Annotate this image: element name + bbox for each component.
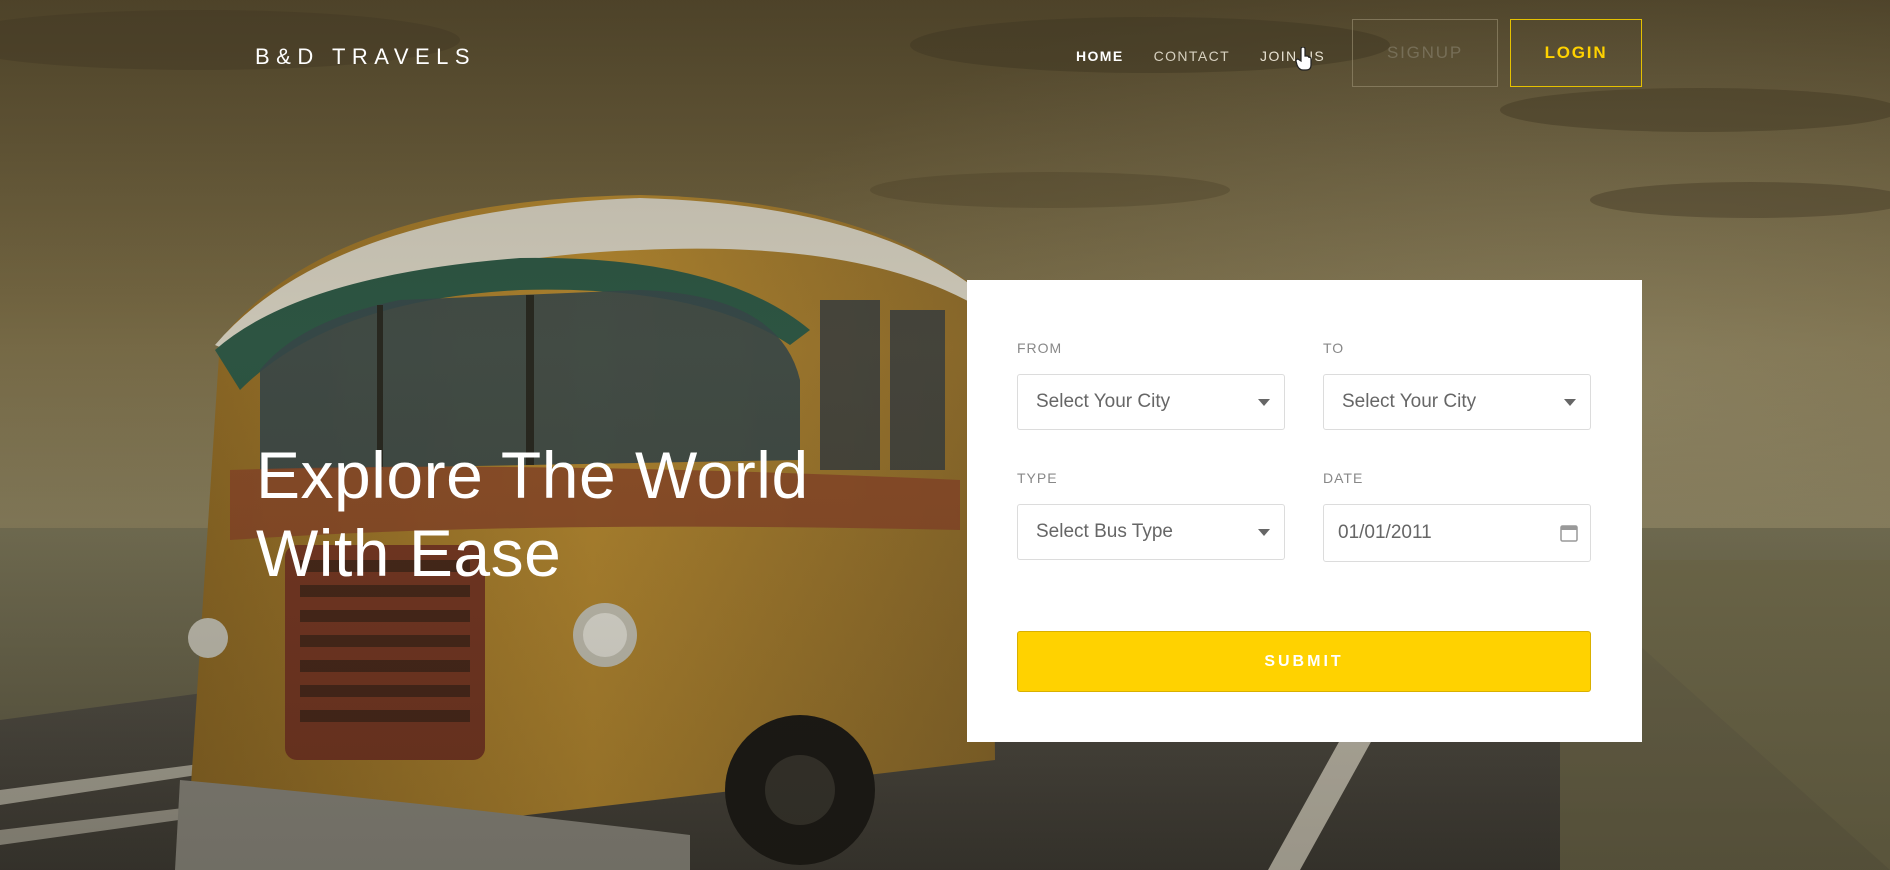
submit-button[interactable]: SUBMIT bbox=[1017, 631, 1591, 692]
hero-headline-line-1: Explore The World bbox=[256, 438, 809, 512]
date-value: 01/01/2011 bbox=[1338, 522, 1432, 543]
from-city-value: Select Your City bbox=[1036, 391, 1171, 412]
hand-cursor-icon bbox=[1295, 47, 1312, 71]
brand-logo[interactable]: B&D TRAVELS bbox=[255, 44, 476, 70]
calendar-icon[interactable] bbox=[1560, 524, 1578, 542]
signup-button[interactable]: SIGNUP bbox=[1352, 19, 1498, 87]
chevron-down-icon bbox=[1258, 399, 1270, 406]
to-city-select[interactable]: Select Your City bbox=[1323, 374, 1591, 430]
hero-headline: Explore The World With Ease bbox=[256, 436, 976, 592]
nav-join-us[interactable]: JOIN US bbox=[1260, 48, 1325, 64]
hero-headline-line-2: With Ease bbox=[256, 516, 562, 590]
to-label: TO bbox=[1323, 340, 1345, 356]
date-label: DATE bbox=[1323, 470, 1364, 486]
from-label: FROM bbox=[1017, 340, 1063, 356]
date-field[interactable]: 01/01/2011 bbox=[1323, 504, 1591, 562]
chevron-down-icon bbox=[1564, 399, 1576, 406]
login-button[interactable]: LOGIN bbox=[1510, 19, 1642, 87]
booking-form-card: FROM TO Select Your City Select Your Cit… bbox=[967, 280, 1642, 742]
nav-home[interactable]: HOME bbox=[1076, 48, 1124, 64]
main-nav: HOME CONTACT JOIN US bbox=[1076, 48, 1355, 64]
bus-type-value: Select Bus Type bbox=[1036, 521, 1173, 542]
nav-contact[interactable]: CONTACT bbox=[1154, 48, 1230, 64]
bus-type-select[interactable]: Select Bus Type bbox=[1017, 504, 1285, 560]
chevron-down-icon bbox=[1258, 529, 1270, 536]
type-label: TYPE bbox=[1017, 470, 1058, 486]
to-city-value: Select Your City bbox=[1342, 391, 1477, 412]
from-city-select[interactable]: Select Your City bbox=[1017, 374, 1285, 430]
